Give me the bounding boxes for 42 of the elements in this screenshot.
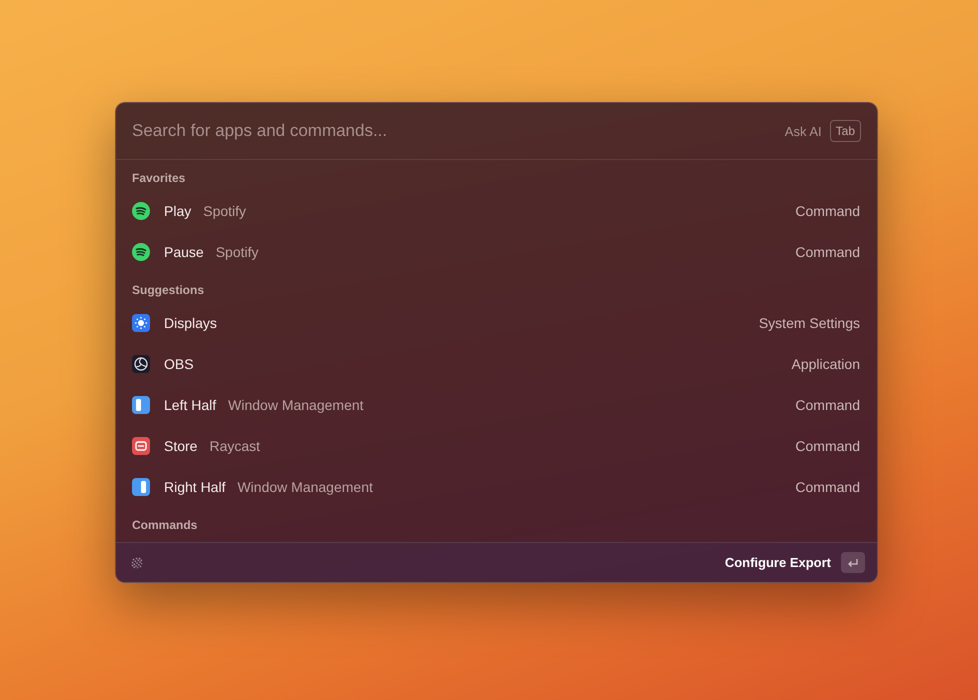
item-title: Store — [164, 438, 198, 454]
stripes-circle-icon — [132, 202, 150, 220]
item-type: Command — [795, 396, 860, 412]
item-type: Application — [792, 356, 860, 372]
section-header: Favorites — [131, 170, 186, 187]
item-subtitle: Window Management — [228, 396, 364, 412]
result-row[interactable]: Right Half Window Management Command — [116, 466, 877, 507]
item-type: Command — [795, 438, 860, 454]
item-subtitle: Spotify — [216, 244, 259, 260]
result-row[interactable]: Store Raycast Command — [116, 425, 877, 466]
result-row[interactable]: Displays System Settings — [116, 302, 877, 343]
result-row[interactable]: Play Spotify Command — [116, 190, 877, 231]
section-header: Commands — [131, 517, 198, 534]
item-type: Command — [795, 244, 860, 260]
panel-icon — [132, 478, 150, 496]
tab-key-badge: Tab — [830, 120, 861, 142]
result-row[interactable]: Left Half Window Management Command — [116, 384, 877, 425]
search-field[interactable]: Search for apps and commands... — [132, 121, 785, 141]
item-subtitle: Raycast — [209, 438, 260, 454]
stripes-circle-icon — [132, 242, 150, 260]
primary-action[interactable]: Configure Export — [724, 555, 831, 570]
section-header: Suggestions — [131, 282, 206, 299]
item-title: Right Half — [164, 478, 226, 494]
item-type: System Settings — [758, 314, 860, 330]
return-icon — [847, 558, 859, 568]
item-title: Displays — [164, 314, 217, 330]
enter-key-button[interactable] — [841, 552, 865, 573]
aperture-icon — [132, 354, 150, 372]
item-subtitle: Window Management — [237, 478, 373, 494]
item-title: Play — [164, 202, 192, 218]
result-row[interactable]: OBS Application — [116, 343, 877, 384]
panel-icon — [132, 396, 150, 414]
result-row[interactable]: Pause Spotify Command — [116, 231, 877, 272]
sun-icon — [132, 314, 150, 332]
item-title: Left Half — [164, 396, 216, 412]
item-type: Command — [795, 202, 860, 218]
item-type: Command — [795, 478, 860, 494]
item-title: OBS — [164, 356, 194, 372]
item-title: Pause — [164, 244, 204, 260]
ask-ai-label[interactable]: Ask AI — [784, 124, 822, 138]
item-subtitle: Spotify — [203, 202, 246, 218]
shop-icon — [132, 436, 150, 454]
